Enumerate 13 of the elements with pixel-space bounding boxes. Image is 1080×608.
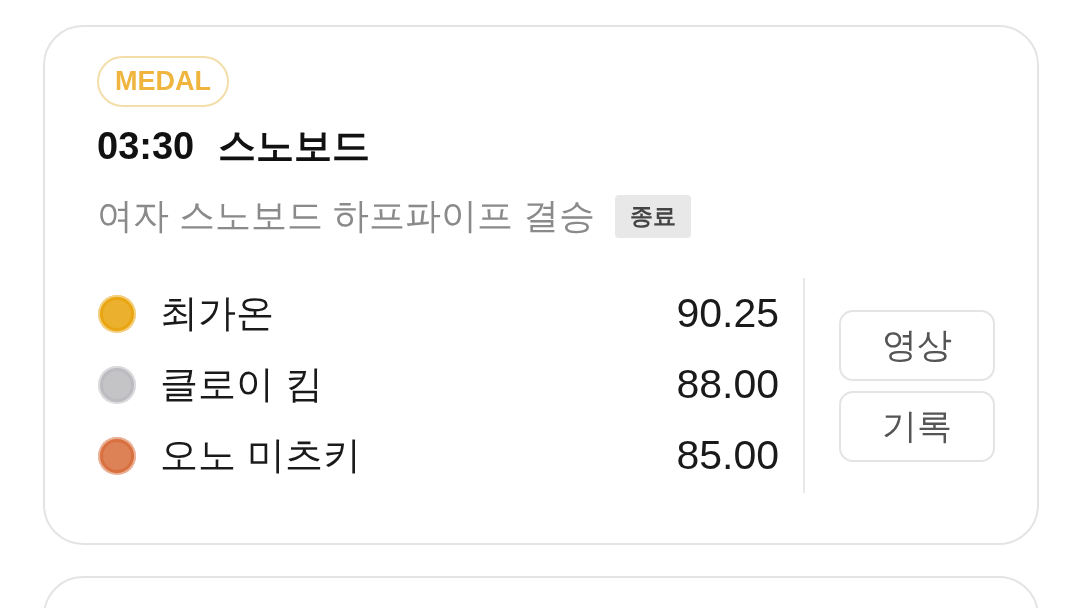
- athlete-name: 클로이 킴: [160, 362, 323, 407]
- athlete-name: 최가온: [160, 291, 274, 336]
- medal-badge: MEDAL: [97, 56, 229, 107]
- event-name: 여자 스노보드 하프파이프 결승: [97, 193, 595, 238]
- action-button[interactable]: 영상: [839, 309, 995, 381]
- status-tag: 종료: [615, 194, 691, 238]
- action-button[interactable]: 기록: [839, 390, 995, 462]
- event-time: 03:30: [97, 124, 195, 168]
- athlete-score: 85.00: [676, 432, 779, 479]
- athlete-name: 오노 미츠키: [160, 433, 361, 478]
- sport-title: 스노보드: [218, 123, 371, 169]
- athlete-score: 90.25: [676, 290, 779, 337]
- athlete-score: 88.00: [676, 361, 779, 408]
